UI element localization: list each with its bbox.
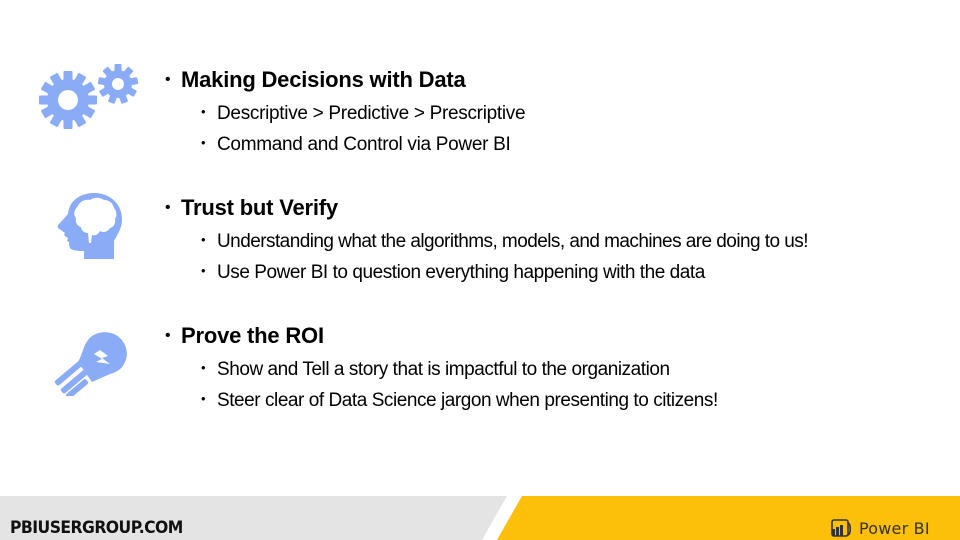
bullet: • xyxy=(201,104,206,119)
section-heading: • Prove the ROI xyxy=(165,323,925,349)
bullet: • xyxy=(165,71,171,88)
bullet: • xyxy=(201,135,206,150)
bullet: • xyxy=(201,360,206,375)
power-bi-brand: Power BI xyxy=(829,518,930,538)
sub-bullet-text: Understanding what the algorithms, model… xyxy=(217,231,808,252)
sub-bullet: • Show and Tell a story that is impactfu… xyxy=(201,359,670,381)
section-trust-but-verify: • Trust but Verify • Understanding what … xyxy=(165,195,955,295)
sub-bullet-text: Use Power BI to question everything happ… xyxy=(217,262,705,283)
sub-bullet: • Understanding what the algorithms, mod… xyxy=(201,231,808,253)
lightbulb-icon xyxy=(50,326,130,399)
brain-head-icon xyxy=(56,191,126,261)
heading-text: Prove the ROI xyxy=(181,323,324,348)
footer-site-name: PBIUSERGROUP.COM xyxy=(10,518,183,538)
bullet: • xyxy=(165,199,171,216)
bullet: • xyxy=(201,232,206,247)
section-prove-roi: • Prove the ROI • Show and Tell a story … xyxy=(165,323,925,423)
sub-bullet: • Descriptive > Predictive > Prescriptiv… xyxy=(201,103,526,125)
sub-bullet: • Command and Control via Power BI xyxy=(201,134,511,156)
sub-bullet-text: Show and Tell a story that is impactful … xyxy=(217,359,670,380)
heading-text: Trust but Verify xyxy=(181,195,338,220)
sub-bullet-text: Steer clear of Data Science jargon when … xyxy=(217,390,718,411)
sub-bullet-text: Descriptive > Predictive > Prescriptive xyxy=(217,103,526,124)
section-heading: • Trust but Verify xyxy=(165,195,955,221)
sub-bullet: • Use Power BI to question everything ha… xyxy=(201,262,705,284)
gears-icon xyxy=(36,58,140,134)
brand-text: Power BI xyxy=(859,518,930,538)
bullet: • xyxy=(165,327,171,344)
section-making-decisions: • Making Decisions with Data • Descripti… xyxy=(165,67,925,167)
sub-bullet: • Steer clear of Data Science jargon whe… xyxy=(201,390,718,412)
sub-bullet-text: Command and Control via Power BI xyxy=(217,134,511,155)
bullet: • xyxy=(201,391,206,406)
heading-text: Making Decisions with Data xyxy=(181,67,466,92)
power-bi-logo-icon xyxy=(831,519,852,537)
bullet: • xyxy=(201,263,206,278)
section-heading: • Making Decisions with Data xyxy=(165,67,925,93)
